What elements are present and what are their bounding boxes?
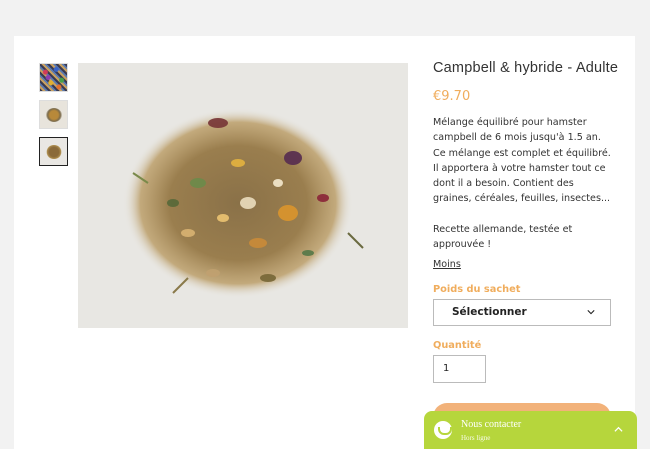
thumbnail-2[interactable] — [39, 100, 68, 129]
product-price: €9.70 — [433, 89, 471, 104]
chat-status: Hors ligne — [461, 434, 491, 442]
less-link[interactable]: Moins — [433, 259, 461, 270]
product-description: Mélange équilibré pour hamster campbell … — [433, 117, 611, 205]
chevron-up-icon[interactable] — [614, 425, 623, 434]
product-description-2: Recette allemande, testée et approuvée ! — [433, 223, 573, 251]
chevron-down-icon — [587, 310, 595, 315]
weight-label: Poids du sachet — [433, 284, 521, 296]
chat-title: Nous contacter — [461, 419, 522, 430]
thumbnail-3[interactable] — [39, 137, 68, 166]
thumbnail-list — [39, 63, 68, 174]
thumbnail-1[interactable] — [39, 63, 68, 92]
product-main-image — [78, 63, 408, 328]
product-card: Campbell & hybride - Adulte €9.70 Mélang… — [14, 36, 635, 449]
product-title: Campbell & hybride - Adulte — [433, 60, 619, 76]
weight-select-value: Sélectionner — [452, 306, 527, 319]
chat-avatar-icon — [434, 421, 452, 439]
quantity-label: Quantité — [433, 340, 482, 352]
quantity-input[interactable]: 1 — [433, 355, 486, 384]
product-info: Campbell & hybride - Adulte €9.70 Mélang… — [433, 60, 619, 432]
chat-widget[interactable]: Nous contacter Hors ligne — [424, 411, 637, 449]
weight-select[interactable]: Sélectionner — [433, 299, 611, 327]
